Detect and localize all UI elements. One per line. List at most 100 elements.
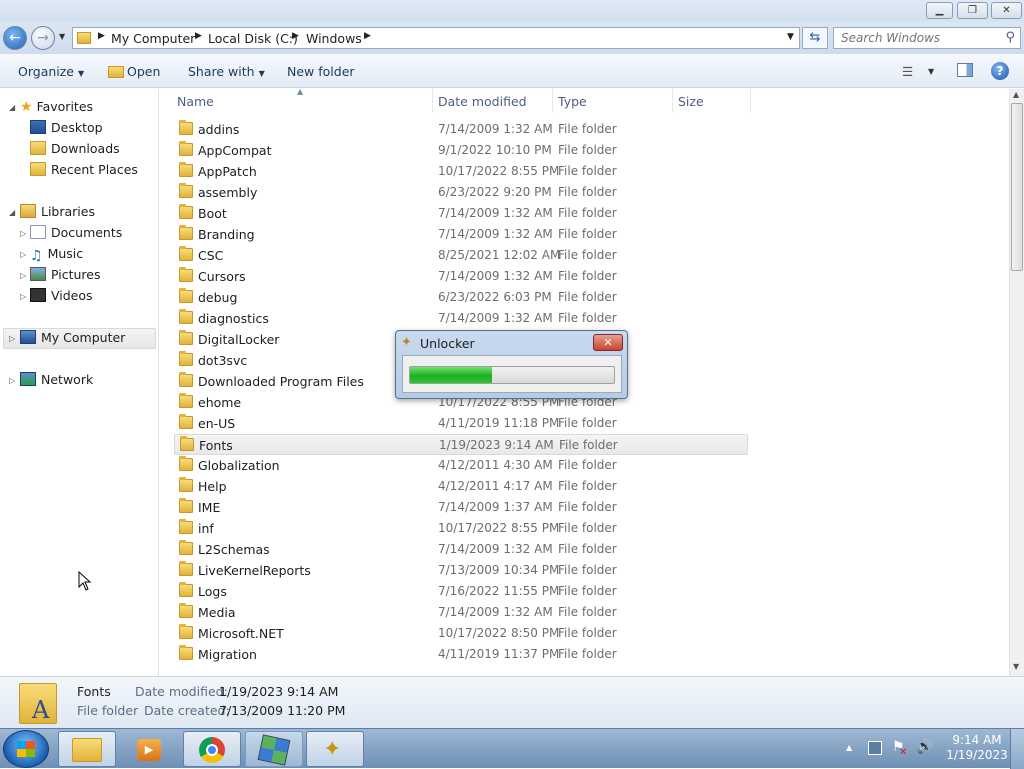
scroll-down-icon[interactable]: ▼ [1013, 662, 1019, 671]
nav-desktop[interactable]: Desktop [30, 120, 103, 135]
column-name[interactable]: Name [177, 94, 214, 109]
help-icon[interactable]: ? [991, 62, 1009, 80]
file-row[interactable]: debug 6/23/2022 6:03 PM File folder [174, 287, 748, 308]
file-row[interactable]: Boot 7/14/2009 1:32 AM File folder [174, 203, 748, 224]
view-options-icon[interactable]: ☰ [902, 64, 913, 79]
file-row[interactable]: Help 4/12/2011 4:17 AM File folder [174, 476, 748, 497]
collapsed-triangle-icon[interactable]: ▷ [9, 376, 15, 385]
taskbar-media-player[interactable]: ▶ [120, 731, 178, 767]
file-row[interactable]: assembly 6/23/2022 9:20 PM File folder [174, 182, 748, 203]
address-dropdown-icon[interactable]: ▼ [787, 32, 794, 42]
show-hidden-icons-icon[interactable]: ▲ [846, 743, 852, 752]
file-row[interactable]: AppPatch 10/17/2022 8:55 PM File folder [174, 161, 748, 182]
address-bar[interactable]: ▶ My Computer ▶ Local Disk (C:) ▶ Window… [72, 27, 800, 49]
nav-network[interactable]: Network [20, 372, 93, 387]
file-row[interactable]: LiveKernelReports 7/13/2009 10:34 PM File … [174, 560, 748, 581]
column-type[interactable]: Type [558, 94, 587, 109]
file-row[interactable]: diagnostics 7/14/2009 1:32 AM File folder [174, 308, 748, 329]
file-row[interactable]: L2Schemas 7/14/2009 1:32 AM File folder [174, 539, 748, 560]
column-divider[interactable] [432, 89, 433, 113]
maximize-button[interactable]: ❐ [957, 2, 988, 19]
recent-pages-dropdown-icon[interactable]: ▼ [59, 32, 65, 41]
column-date-modified[interactable]: Date modified [438, 94, 527, 109]
preview-pane-icon[interactable] [957, 63, 973, 77]
back-button[interactable]: ← [3, 26, 27, 50]
forward-button[interactable]: → [31, 26, 55, 50]
file-row[interactable]: inf 10/17/2022 8:55 PM File folder [174, 518, 748, 539]
folder-icon [179, 582, 193, 597]
network-status-icon[interactable] [868, 741, 882, 755]
expanded-triangle-icon[interactable]: ◢ [9, 208, 15, 217]
file-date-modified: 6/23/2022 9:20 PM [438, 185, 552, 199]
unlocker-close-button[interactable]: ✕ [593, 334, 623, 351]
fonts-folder-icon: A [19, 683, 57, 724]
expanded-triangle-icon[interactable]: ◢ [9, 103, 15, 112]
column-divider[interactable] [552, 89, 553, 113]
collapsed-triangle-icon[interactable]: ▷ [20, 271, 26, 280]
file-type: File folder [559, 438, 618, 452]
registry-editor-icon [257, 734, 291, 766]
file-row[interactable]: Media 7/14/2009 1:32 AM File folder [174, 602, 748, 623]
taskbar-registry-editor[interactable] [245, 731, 303, 767]
file-row[interactable]: AppCompat 9/1/2022 10:10 PM File folder [174, 140, 748, 161]
show-desktop-button[interactable] [1010, 729, 1024, 769]
nav-libraries[interactable]: Libraries [20, 204, 95, 219]
collapsed-triangle-icon[interactable]: ▷ [20, 292, 26, 301]
breadcrumb-my-computer[interactable]: My Computer [111, 31, 195, 46]
nav-videos[interactable]: Videos [30, 288, 93, 303]
nav-recent-places[interactable]: Recent Places [30, 162, 138, 177]
file-row[interactable]: Fonts 1/19/2023 9:14 AM File folder [174, 434, 748, 455]
details-date-created-label: Date created: [144, 703, 230, 718]
minimize-button[interactable]: ▁ [926, 2, 953, 19]
vertical-scrollbar[interactable]: ▲ ▼ [1009, 89, 1024, 676]
collapsed-triangle-icon[interactable]: ▷ [20, 250, 26, 259]
nav-my-computer[interactable]: My Computer [20, 330, 125, 345]
file-row[interactable]: CSC 8/25/2021 12:02 AM File folder [174, 245, 748, 266]
nav-music[interactable]: ♫ Music [30, 246, 83, 264]
scrollbar-thumb[interactable] [1011, 103, 1023, 271]
search-box[interactable]: ⚲ [833, 27, 1021, 49]
taskbar-unlocker[interactable]: ✦ [306, 731, 364, 767]
file-row[interactable]: en-US 4/11/2019 11:18 PM File folder [174, 413, 748, 434]
organize-button[interactable]: Organize ▼ [18, 64, 84, 79]
nav-downloads[interactable]: Downloads [30, 141, 120, 156]
refresh-button[interactable]: ⇆ [802, 27, 828, 49]
nav-favorites[interactable]: ★ Favorites [20, 99, 93, 115]
breadcrumb-separator-icon[interactable]: ▶ [292, 31, 299, 41]
volume-icon[interactable]: 🔊 [916, 739, 933, 755]
file-row[interactable]: addins 7/14/2009 1:32 AM File folder [174, 119, 748, 140]
scroll-up-icon[interactable]: ▲ [1013, 90, 1019, 99]
breadcrumb-windows[interactable]: Windows [306, 31, 362, 46]
open-button[interactable]: Open [108, 64, 160, 79]
collapsed-triangle-icon[interactable]: ▷ [9, 334, 15, 343]
column-divider[interactable] [672, 89, 673, 113]
breadcrumb-local-disk[interactable]: Local Disk (C:) [208, 31, 298, 46]
nav-documents[interactable]: Documents [30, 225, 122, 240]
file-name: L2Schemas [198, 542, 270, 557]
taskbar-explorer[interactable] [58, 731, 116, 767]
file-row[interactable]: IME 7/14/2009 1:37 AM File folder [174, 497, 748, 518]
file-row[interactable]: Logs 7/16/2022 11:55 PM File folder [174, 581, 748, 602]
close-button[interactable]: ✕ [991, 2, 1022, 19]
view-dropdown-icon[interactable]: ▼ [928, 67, 934, 76]
nav-pictures[interactable]: Pictures [30, 267, 101, 282]
breadcrumb-separator-icon[interactable]: ▶ [195, 31, 202, 41]
title-bar[interactable]: ▁ ❐ ✕ [0, 0, 1024, 22]
search-icon[interactable]: ⚲ [1005, 30, 1015, 45]
share-with-button[interactable]: Share with ▼ [188, 64, 265, 79]
taskbar-chrome[interactable] [183, 731, 241, 767]
start-button[interactable] [3, 730, 49, 768]
search-input[interactable] [834, 28, 994, 48]
file-row[interactable]: Cursors 7/14/2009 1:32 AM File folder [174, 266, 748, 287]
column-divider[interactable] [750, 89, 751, 113]
file-row[interactable]: Globalization 4/12/2011 4:30 AM File folde… [174, 455, 748, 476]
file-row[interactable]: Microsoft.NET 10/17/2022 8:50 PM File fold… [174, 623, 748, 644]
breadcrumb-separator-icon[interactable]: ▶ [364, 31, 371, 41]
breadcrumb-separator-icon[interactable]: ▶ [98, 31, 105, 41]
new-folder-button[interactable]: New folder [287, 64, 355, 79]
collapsed-triangle-icon[interactable]: ▷ [20, 229, 26, 238]
file-row[interactable]: Branding 7/14/2009 1:32 AM File folder [174, 224, 748, 245]
column-size[interactable]: Size [678, 94, 704, 109]
clock[interactable]: 9:14 AM 1/19/2023 [944, 733, 1010, 763]
file-row[interactable]: Migration 4/11/2019 11:37 PM File folder [174, 644, 748, 665]
